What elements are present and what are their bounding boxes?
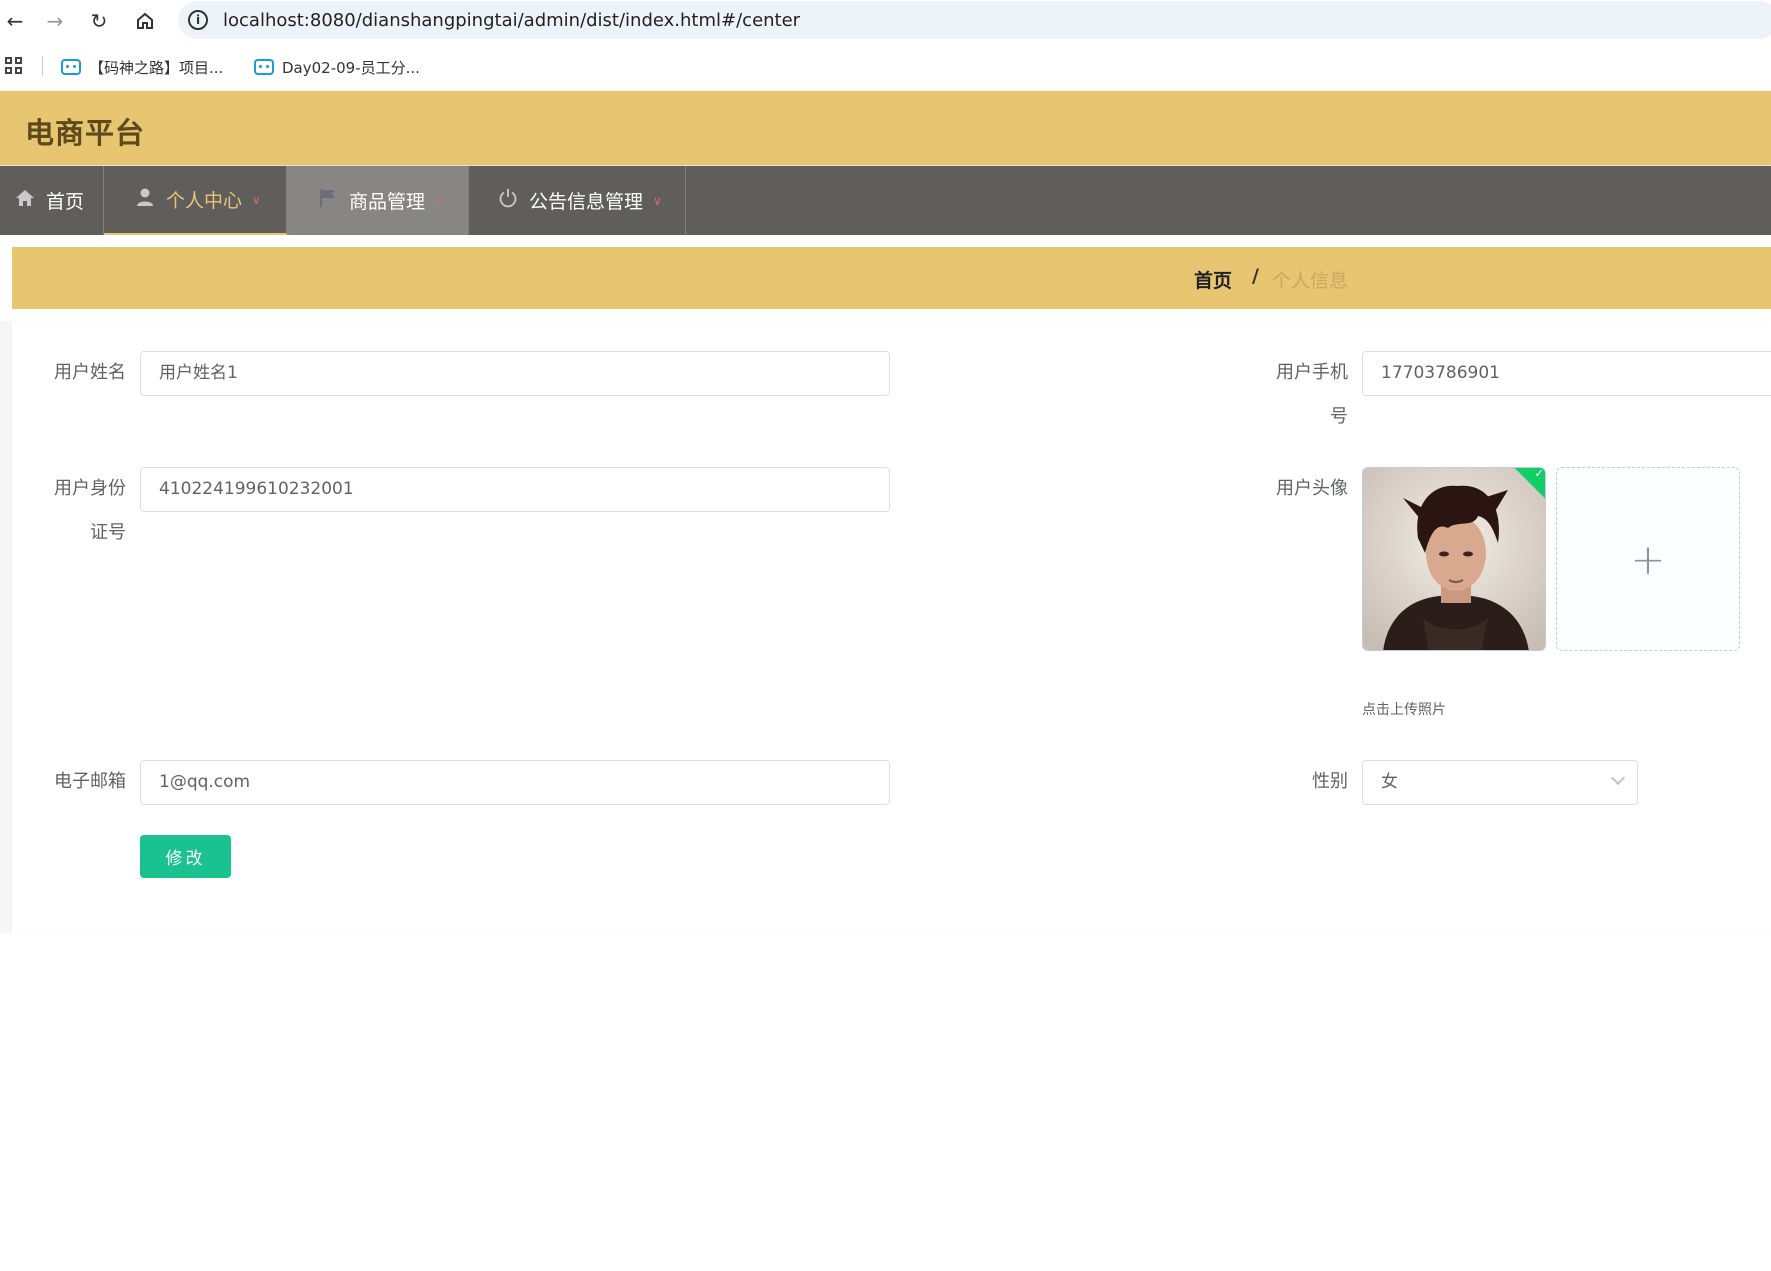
email-input[interactable]: 1@qq.com [140, 760, 890, 805]
flag-icon [317, 188, 339, 213]
bookmarks-divider [42, 56, 43, 76]
idcard-label-line2: 证号 [90, 522, 126, 543]
bookmark-label: 【码神之路】项目... [89, 58, 224, 77]
user-icon [134, 187, 156, 212]
top-menu: 首页 个人中心 ∨ 商品管理 ∨ 公告信息管理 ∨ [0, 166, 1771, 235]
menu-item-goods[interactable]: 商品管理 ∨ [287, 166, 469, 235]
bookmark-item-1[interactable]: 【码神之路】项目... [61, 55, 223, 79]
home-browser-icon[interactable] [130, 6, 160, 36]
home-icon [14, 189, 36, 212]
breadcrumb-separator: / [1252, 265, 1259, 287]
site-info-icon[interactable]: i [188, 10, 208, 30]
check-icon: ✓ [1534, 467, 1544, 480]
plus-icon: + [1630, 534, 1666, 584]
gender-select[interactable]: 女 [1362, 760, 1638, 805]
chevron-down-icon: ∨ [653, 193, 662, 208]
email-label: 电子邮箱 [54, 771, 126, 792]
panel-edge [0, 321, 12, 933]
bookmark-item-2[interactable]: Day02-09-员工分... [254, 55, 420, 79]
phone-label-line1: 用户手机 [1276, 362, 1348, 383]
bilibili-icon [254, 59, 274, 75]
username-input[interactable]: 用户姓名1 [140, 351, 890, 396]
chevron-down-icon [1610, 770, 1626, 786]
menu-item-notice[interactable]: 公告信息管理 ∨ [469, 166, 686, 235]
idcard-label-line1: 用户身份 [54, 478, 126, 499]
menu-label: 公告信息管理 [529, 191, 644, 213]
apps-grid-icon[interactable] [5, 57, 23, 75]
idcard-label: 用户身份 证号 [40, 467, 126, 555]
power-icon [497, 188, 519, 213]
update-button[interactable]: 修改 [140, 835, 231, 878]
avatar-label: 用户头像 [1276, 478, 1348, 499]
address-bar[interactable]: i localhost:8080/dianshangpingtai/admin/… [178, 1, 1771, 39]
forward-arrow-icon[interactable]: → [40, 6, 70, 36]
app-header: 电商平台 [0, 91, 1771, 165]
upload-tip: 点击上传照片 [1362, 702, 1446, 718]
gender-value: 女 [1381, 772, 1398, 792]
phone-label: 用户手机 号 [1260, 351, 1348, 439]
menu-label: 首页 [46, 191, 85, 213]
idcard-input[interactable]: 410224199610232001 [140, 467, 890, 512]
portrait-illustration [1363, 468, 1545, 650]
avatar-upload-button[interactable]: + [1556, 467, 1740, 651]
menu-label: 商品管理 [349, 191, 426, 213]
chevron-down-icon: ∨ [252, 192, 261, 207]
menu-item-personal-center[interactable]: 个人中心 ∨ [104, 166, 287, 235]
breadcrumb-current: 个人信息 [1272, 270, 1349, 292]
url-text[interactable]: localhost:8080/dianshangpingtai/admin/di… [223, 10, 800, 31]
menu-label: 个人中心 [166, 190, 243, 212]
breadcrumb: 首页 / 个人信息 [12, 247, 1771, 309]
username-label: 用户姓名 [54, 362, 126, 383]
browser-toolbar: ← → ↻ i localhost:8080/dianshangpingtai/… [0, 0, 1771, 42]
breadcrumb-home[interactable]: 首页 [1194, 266, 1232, 293]
reload-icon[interactable]: ↻ [84, 6, 114, 36]
avatar-image[interactable]: ✓ [1362, 467, 1546, 651]
app-title: 电商平台 [25, 116, 146, 150]
bookmark-label: Day02-09-员工分... [282, 58, 420, 77]
menu-item-home[interactable]: 首页 [0, 166, 104, 235]
gender-label: 性别 [1312, 771, 1348, 792]
bilibili-icon [61, 59, 81, 75]
back-arrow-icon[interactable]: ← [0, 6, 30, 36]
phone-input[interactable]: 17703786901 [1362, 351, 1771, 396]
chevron-down-icon: ∨ [435, 193, 444, 208]
phone-label-line2: 号 [1330, 406, 1348, 427]
